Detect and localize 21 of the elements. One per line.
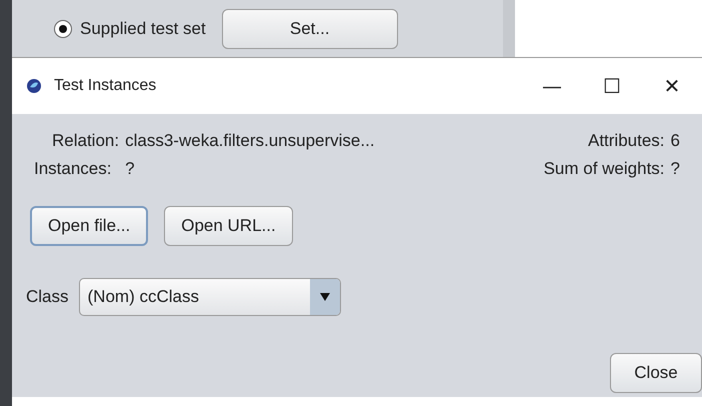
attributes-label: Attributes: xyxy=(586,130,665,152)
relation-value: class3-weka.filters.unsupervise... xyxy=(124,130,376,152)
close-dialog-button[interactable]: Close xyxy=(610,353,702,393)
class-label: Class xyxy=(26,286,69,308)
set-button[interactable]: Set... xyxy=(222,8,398,48)
attributes-value: 6 xyxy=(670,130,680,152)
weights-value: ? xyxy=(670,158,680,180)
radio-label: Supplied test set xyxy=(80,18,206,40)
open-button[interactable]: Open URL... xyxy=(164,206,293,246)
app-icon xyxy=(26,78,42,94)
class-dropdown[interactable]: (Nom) ccClass xyxy=(78,278,341,316)
window-title: Test Instances xyxy=(54,76,156,96)
relation-label: Relation: xyxy=(52,130,120,152)
close-button[interactable]: ✕ xyxy=(642,58,702,114)
minimize-button[interactable]: — xyxy=(522,58,582,114)
instances-value: ? xyxy=(124,158,136,180)
maximize-button[interactable]: ☐ xyxy=(582,58,642,114)
instances-label: Instances: xyxy=(34,158,112,180)
open-button[interactable]: Open file... xyxy=(30,206,148,246)
weights-label: Sum of weights: xyxy=(544,158,665,180)
radio-button[interactable] xyxy=(54,20,72,38)
